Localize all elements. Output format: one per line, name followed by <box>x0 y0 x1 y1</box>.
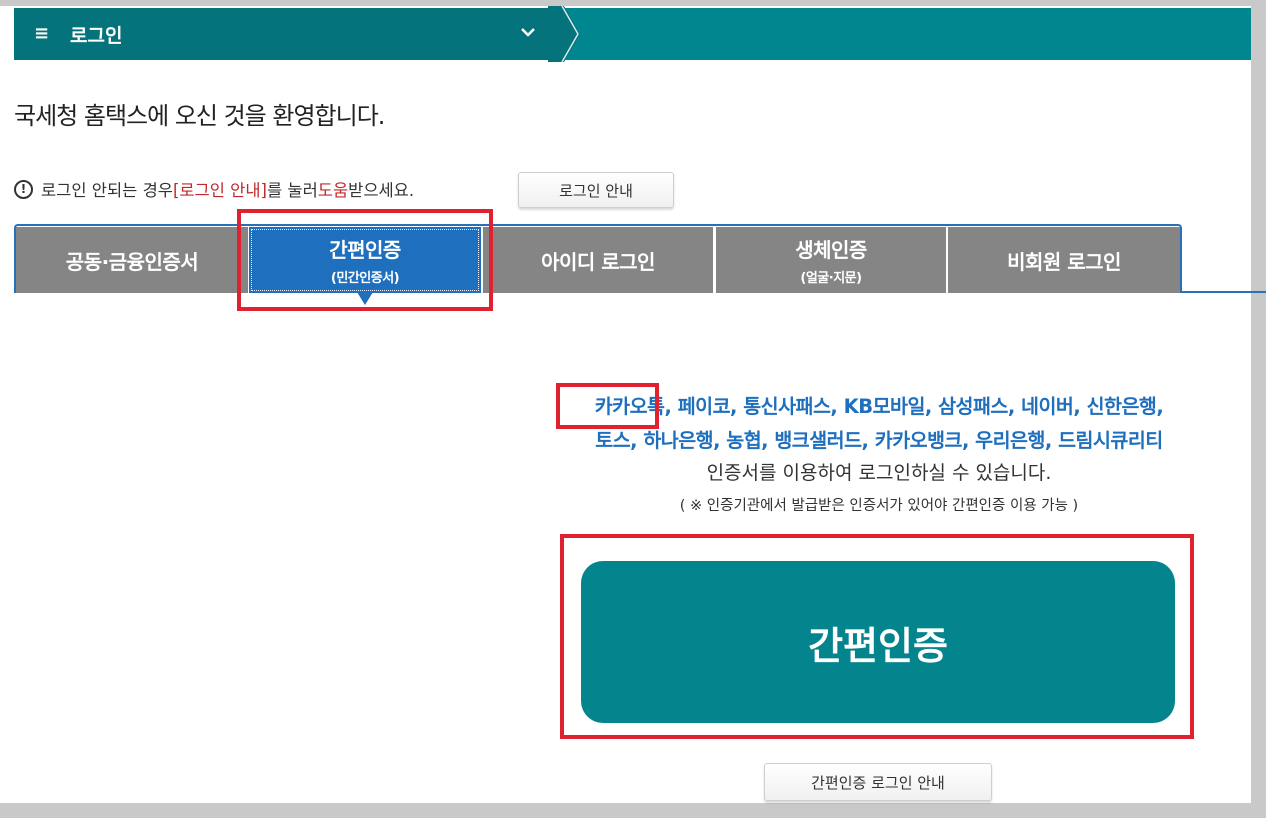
welcome-heading: 국세청 홈택스에 오신 것을 환영합니다. <box>14 102 385 130</box>
menu-icon[interactable]: ≡ <box>34 23 49 44</box>
tab-label: 비회원 로그인 <box>1007 249 1121 274</box>
tab-certificate[interactable]: 공동·금융인증서 <box>16 227 248 293</box>
notice-text-2: 를 눌러 <box>266 181 318 200</box>
provider-line-1-rest: 페이코, 통신사패스, KB모바일, 삼성패스, 네이버, 신한은행, <box>671 395 1164 418</box>
notice-text-1: 로그인 안되는 경우 <box>41 181 173 200</box>
tab-label: 생체인증 <box>795 238 867 262</box>
provider-line-2: 토스, 하나은행, 농협, 뱅크샐러드, 카카오뱅크, 우리은행, 드림시큐리티 <box>595 429 1163 452</box>
simple-auth-button[interactable]: 간편인증 <box>581 561 1175 723</box>
tab-non-member[interactable]: 비회원 로그인 <box>948 227 1180 293</box>
top-navigation-bar: ≡ 로그인 <box>14 6 1251 62</box>
login-guide-button[interactable]: 로그인 안내 <box>518 172 674 208</box>
nav-title[interactable]: 로그인 <box>70 21 122 48</box>
login-help-notice: ! 로그인 안되는 경우 [로그인 안내] 를 눌러 도움 받으세요. <box>14 177 414 201</box>
notice-text-3: 받으세요. <box>348 181 415 200</box>
tab-label: 아이디 로그인 <box>541 249 655 274</box>
tab-sublabel: (얼굴·지문) <box>800 271 862 286</box>
usage-note: ( ※ 인증기관에서 발급받은 인증서가 있어야 간편인증 이용 가능 ) <box>679 498 1079 514</box>
tab-label: 공동·금융인증서 <box>65 249 199 274</box>
highlight-box-kakaotalk <box>556 383 659 429</box>
tab-biometric[interactable]: 생체인증 (얼굴·지문) <box>716 227 946 293</box>
usage-description: 인증서를 이용하여 로그인하실 수 있습니다. <box>706 462 1052 484</box>
highlight-box-tab <box>237 209 493 311</box>
tab-id-login[interactable]: 아이디 로그인 <box>483 227 713 293</box>
exclamation-icon: ! <box>14 179 33 199</box>
notice-link-login-guide: [로그인 안내] <box>172 181 267 200</box>
notice-help-word: 도움 <box>317 181 349 200</box>
breadcrumb-separator-icon <box>548 6 580 62</box>
simple-auth-guide-button[interactable]: 간편인증 로그인 안내 <box>764 763 992 801</box>
tabs-underline <box>1182 291 1266 293</box>
chevron-down-icon[interactable] <box>520 24 536 40</box>
